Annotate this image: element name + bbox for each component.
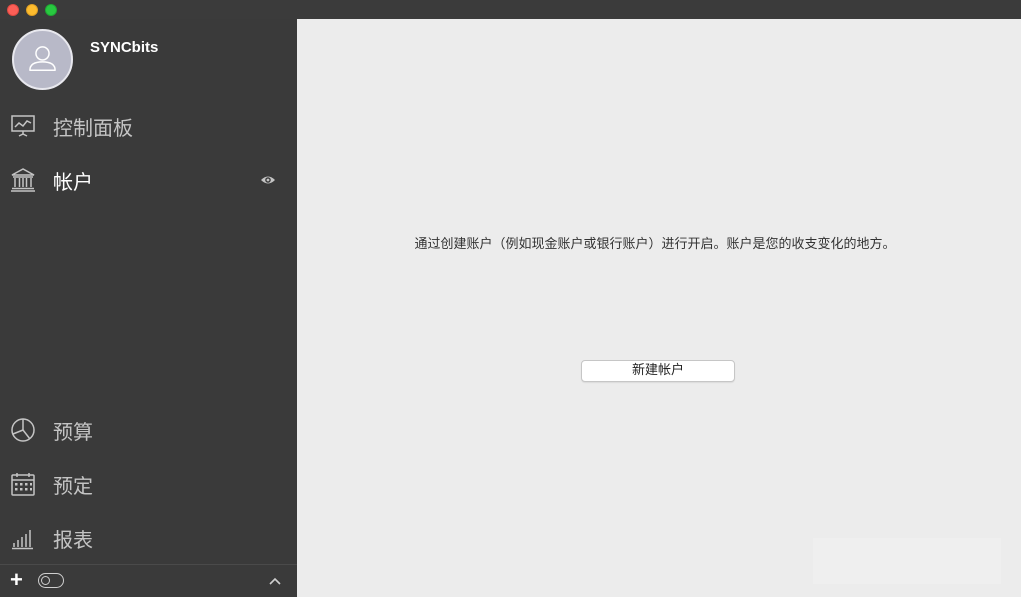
main-content: 通过创建账户（例如现金账户或银行账户）进行开启。账户是您的收支变化的地方。 新建… <box>297 19 1021 597</box>
sidebar-item-scheduled[interactable]: 预定 <box>0 462 297 506</box>
empty-state-message: 通过创建账户（例如现金账户或银行账户）进行开启。账户是您的收支变化的地方。 <box>297 233 1021 252</box>
sidebar-item-dashboard[interactable]: 控制面板 <box>0 104 297 148</box>
sidebar-item-label: 控制面板 <box>53 115 133 140</box>
empty-state-text: 通过创建账户（例如现金账户或银行账户）进行开启。账户是您的收支变化的地方。 <box>414 237 896 252</box>
user-silhouette-icon <box>29 46 56 71</box>
new-account-button[interactable]: 新建帐户 <box>581 360 735 382</box>
window-minimize-button[interactable] <box>26 4 38 16</box>
sidebar-item-budget[interactable]: 预算 <box>0 408 297 452</box>
user-avatar[interactable] <box>12 29 73 90</box>
add-button[interactable]: + <box>10 568 23 592</box>
pie-chart-icon <box>10 417 36 443</box>
bank-icon <box>10 167 36 193</box>
chevron-up-icon[interactable] <box>268 573 282 587</box>
toggle-switch[interactable] <box>38 573 64 588</box>
eye-icon[interactable] <box>260 172 276 188</box>
sidebar-item-accounts[interactable]: 帐户 <box>0 158 297 202</box>
sidebar-item-label: 预定 <box>53 473 93 498</box>
sidebar: SYNCbits 控制面板 帐户 预算 预定 报表 + <box>0 0 297 597</box>
window-maximize-button[interactable] <box>45 4 57 16</box>
dashboard-icon <box>10 113 36 139</box>
sidebar-item-reports[interactable]: 报表 <box>0 516 297 560</box>
bar-chart-icon <box>10 525 36 551</box>
toggle-knob <box>41 575 50 585</box>
sidebar-footer: + <box>0 564 297 597</box>
sidebar-item-label: 预算 <box>53 419 93 444</box>
window-close-button[interactable] <box>7 4 19 16</box>
faint-overlay-panel <box>813 538 1001 584</box>
calendar-icon <box>10 471 36 497</box>
username: SYNCbits <box>90 39 159 56</box>
title-bar <box>0 0 1021 19</box>
sidebar-item-label: 报表 <box>53 527 93 552</box>
sidebar-item-label: 帐户 <box>53 169 93 194</box>
